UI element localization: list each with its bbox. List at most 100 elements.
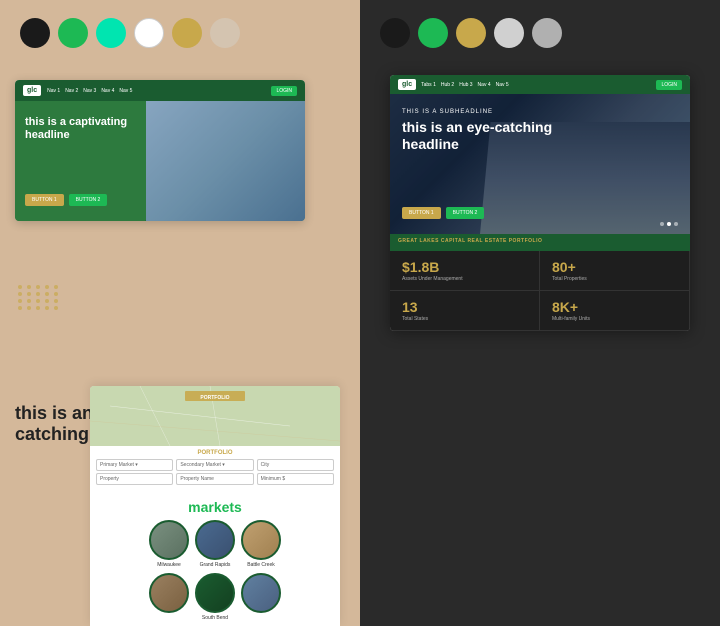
market-circles-row1: Milwaukee Grand Rapids Battle Creek [90,520,340,573]
right-hero-subheadline: THIS IS A SUBHEADLINE [402,109,562,115]
swatch-green-r [418,18,448,48]
market-nashville [241,573,281,621]
market-milwaukee: Milwaukee [149,520,189,568]
market-battlecreek: Battle Creek [241,520,281,568]
mockup-nav-items: Nav 1 Nav 2 Nav 3 Nav 4 Nav 5 [47,88,265,94]
left-website-mockup: glc Nav 1 Nav 2 Nav 3 Nav 4 Nav 5 LOGIN … [15,80,305,221]
market-img-battlecreek [241,520,281,560]
hero-city-image [146,101,306,221]
left-panel: glc Nav 1 Nav 2 Nav 3 Nav 4 Nav 5 LOGIN … [0,0,360,626]
filter-primary-market: Primary Market ▾ [96,459,173,471]
mockup-nav-item: Nav 3 [83,88,96,94]
stat-aum: $1.8B Assets Under Management [390,251,540,291]
right-mockup-hero: THIS IS A SUBHEADLINE this is an eye-cat… [390,94,690,234]
hero-dot-1 [660,222,664,226]
swatch-gray-r [532,18,562,48]
filter-minimum: Minimum $ [257,473,334,485]
svg-text:PORTFOLIO: PORTFOLIO [200,395,229,401]
stat-states: 13 Total States [390,291,540,331]
mockup-nav: glc Nav 1 Nav 2 Nav 3 Nav 4 Nav 5 LOGIN [15,80,305,101]
right-stats-bar: GREAT LAKES CAPITAL REAL ESTATE PORTFOLI… [390,234,690,251]
hero-dot-3 [674,222,678,226]
market-circles-row2: South Bend [90,573,340,626]
right-nav-item: Nav 5 [496,82,509,88]
stat-states-value: 13 [402,299,527,315]
mockup-nav-item: Nav 1 [47,88,60,94]
swatch-gold [172,18,202,48]
market-label-milwaukee: Milwaukee [157,562,181,568]
market-label-battlecreek: Battle Creek [247,562,275,568]
swatch-black-r [380,18,410,48]
market-img-milwaukee [149,520,189,560]
swatch-white [134,18,164,48]
stat-aum-value: $1.8B [402,259,527,275]
right-nav-item: Hub 2 [441,82,454,88]
mockup-nav-item: Nav 5 [119,88,132,94]
mockup-hero: this is a captivating headline BUTTON 1 … [15,101,305,221]
markets-title: markets [90,491,340,520]
swatch-lightgray-r [494,18,524,48]
right-nav-item: Tabs 1 [421,82,436,88]
right-hero-text: THIS IS A SUBHEADLINE this is an eye-cat… [402,109,562,153]
map-svg: PORTFOLIO [90,386,340,446]
right-swatches [360,0,720,58]
swatch-black [20,18,50,48]
market-dallas [149,573,189,621]
hero-button2: BUTTON 2 [69,194,108,206]
filter-city: City [257,459,334,471]
swatch-beige [210,18,240,48]
swatch-green [58,18,88,48]
filter-row2: Property Property Name Minimum $ [96,473,334,485]
dots-decoration [18,285,60,310]
right-hero-btns: BUTTON 1 BUTTON 2 [402,207,484,219]
right-login-btn: LOGIN [656,80,682,90]
right-hero-btn2: BUTTON 2 [446,207,485,219]
right-nav-item: Hub 3 [459,82,472,88]
stat-aum-label: Assets Under Management [402,276,527,282]
mockup-nav-item: Nav 4 [101,88,114,94]
right-mockup-logo: glc [398,79,416,90]
stats-label: GREAT LAKES CAPITAL REAL ESTATE PORTFOLI… [398,238,682,244]
map-section: PORTFOLIO PORTFOLIO Primary Market ▾ Sec… [90,386,340,626]
stat-states-label: Total States [402,316,527,322]
right-hero-btn1: BUTTON 1 [402,207,441,219]
stat-properties: 80+ Total Properties [540,251,690,291]
map-area: PORTFOLIO [90,386,340,446]
right-nav-item: Nav 4 [478,82,491,88]
left-swatches [0,0,360,58]
market-img-dallas [149,573,189,613]
stat-units-label: Multi-family Units [552,316,677,322]
right-mockup-nav: glc Tabs 1 Hub 2 Hub 3 Nav 4 Nav 5 LOGIN [390,75,690,94]
swatch-gold-r [456,18,486,48]
swatch-teal [96,18,126,48]
filter-row: Primary Market ▾ Secondary Market ▾ City [96,459,334,471]
hero-buttons: BUTTON 1 BUTTON 2 [25,194,107,206]
mockup-logo: glc [23,85,41,96]
hero-dot-2 [667,222,671,226]
market-img-grandrapids [195,520,235,560]
stat-units: 8K+ Multi-family Units [540,291,690,331]
market-label-southbend: South Bend [202,615,228,621]
mockup-login-btn: LOGIN [271,86,297,96]
right-hero-dots [660,222,678,226]
portfolio-label: PORTFOLIO [96,450,334,456]
market-grandrapids: Grand Rapids [195,520,235,568]
market-img-nashville [241,573,281,613]
filter-property-name: Property Name [176,473,253,485]
hero-button1: BUTTON 1 [25,194,64,206]
hero-headline: this is a captivating headline [25,116,145,142]
right-panel: glc Tabs 1 Hub 2 Hub 3 Nav 4 Nav 5 LOGIN… [360,0,720,626]
stat-properties-label: Total Properties [552,276,677,282]
stat-properties-value: 80+ [552,259,677,275]
right-hero-headline: this is an eye-catching headline [402,119,562,153]
right-nav-items: Tabs 1 Hub 2 Hub 3 Nav 4 Nav 5 [421,82,651,88]
market-label-grandrapids: Grand Rapids [200,562,231,568]
mockup-nav-item: Nav 2 [65,88,78,94]
right-stats-grid: $1.8B Assets Under Management 80+ Total … [390,251,690,331]
map-filters: PORTFOLIO Primary Market ▾ Secondary Mar… [90,446,340,491]
stat-units-value: 8K+ [552,299,677,315]
right-website-mockup: glc Tabs 1 Hub 2 Hub 3 Nav 4 Nav 5 LOGIN… [390,75,690,331]
market-southbend: South Bend [195,573,235,621]
filter-property: Property [96,473,173,485]
filter-secondary-market: Secondary Market ▾ [176,459,253,471]
